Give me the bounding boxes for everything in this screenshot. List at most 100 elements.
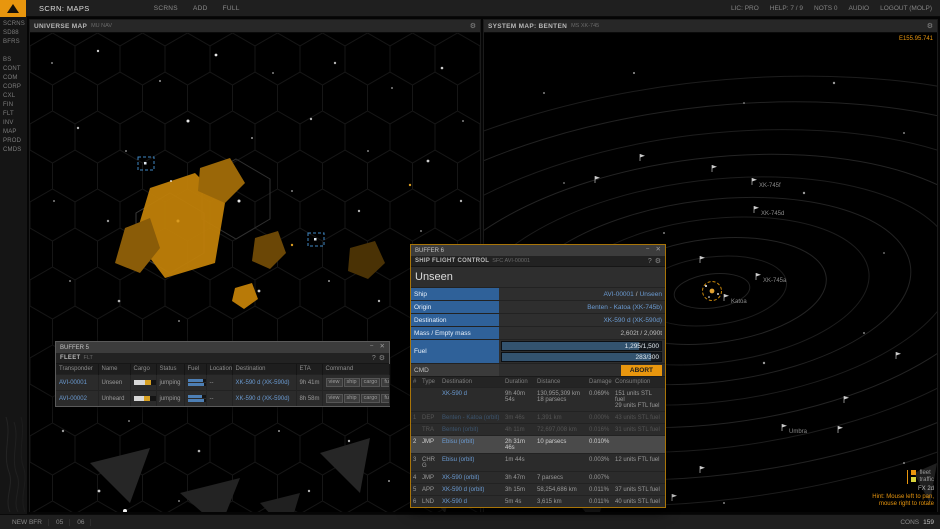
ship-name-cell: Unseen	[98, 375, 130, 391]
sidebar-item-bfrs[interactable]: BFRS	[0, 37, 27, 46]
segment-destination-link[interactable]: Benten - Katoa (orbit)	[442, 415, 499, 421]
sfc-panel-header: SHIP FLIGHT CONTROL SFC AVI-00001 ? ⚙	[411, 256, 665, 267]
location-cell: --	[206, 375, 232, 391]
segment-destination-link[interactable]: XK-590 d	[442, 499, 467, 505]
cons-label: CONS	[900, 519, 919, 526]
segment-destination-link[interactable]: Ebisu (orbit)	[442, 457, 474, 463]
buffer5-titlebar[interactable]: BUFFER 5 − ✕	[56, 342, 389, 353]
cargo-button[interactable]: cargo	[361, 378, 381, 387]
ship-button[interactable]: ship	[344, 378, 360, 387]
fleet-chip-icon	[911, 470, 916, 475]
sfc-panel-tag: SFC AVI-00001	[492, 258, 530, 264]
destination-link[interactable]: XK-590 d (XK-590d)	[236, 380, 290, 386]
segment-destination-link[interactable]: XK-590 d (orbit)	[442, 487, 484, 493]
sidebar-item-map[interactable]: MAP	[0, 127, 27, 136]
sidebar-item-inv[interactable]: INV	[0, 118, 27, 127]
gear-icon[interactable]: ⚙	[927, 23, 933, 30]
add-button[interactable]: ADD	[193, 5, 208, 12]
ship-name-link[interactable]: Unseen	[640, 291, 662, 298]
fuel-field-label: Fuel	[411, 340, 499, 363]
flight-segment-row-completed[interactable]: TRA Benten (orbit) 4h 11m 72,697,008 km …	[411, 424, 665, 436]
gear-icon[interactable]: ⚙	[379, 355, 385, 362]
segment-destination-link[interactable]: XK-590 (orbit)	[442, 475, 479, 481]
ship-name-heading: Unseen	[411, 267, 665, 287]
sidebar-item-corp[interactable]: CORP	[0, 82, 27, 91]
view-button[interactable]: view	[326, 378, 343, 387]
segment-destination-link[interactable]: Benten (orbit)	[442, 427, 478, 433]
eta-cell: 8h 58m	[296, 391, 322, 407]
flight-segment-row[interactable]: 4 JMP XK-590 (orbit) 3h 47m 7 parsecs 0.…	[411, 472, 665, 484]
sidebar-item-flt[interactable]: FLT	[0, 109, 27, 118]
fuel-button[interactable]: fuel	[381, 394, 389, 403]
app-logo[interactable]	[0, 0, 26, 17]
destination-link[interactable]: XK-590 d (XK-590d)	[236, 396, 290, 402]
buffer5-title: BUFFER 5	[60, 345, 89, 351]
mass-field-label: Mass / Empty mass	[411, 327, 499, 339]
notifications-menu[interactable]: NOTS 0	[814, 5, 837, 12]
universe-map-tag: MU NAV	[91, 23, 112, 29]
flight-segment-row[interactable]: 3 CHRG Ebisu (orbit) 1m 44s 0.003% 12 un…	[411, 454, 665, 472]
gear-icon[interactable]: ⚙	[655, 258, 661, 265]
buffer-tab-05[interactable]: 05	[50, 519, 70, 526]
minimize-icon[interactable]: −	[646, 247, 650, 254]
minimize-icon[interactable]: −	[370, 344, 374, 351]
sidebar-item-cmds[interactable]: CMDS	[0, 145, 27, 154]
system-map-header: SYSTEM MAP: BENTEN MS XK-745 ⚙	[484, 20, 937, 33]
origin-field-row: Origin Benten - Katoa (XK-745b)	[411, 300, 665, 313]
help-icon[interactable]: ?	[648, 258, 652, 265]
fleet-panel-tag: FLT	[84, 355, 93, 361]
flight-segment-row-current[interactable]: 2 JMP Ebisu (orbit) 2h 31m 46s 10 parsec…	[411, 436, 665, 454]
sidebar-item-prod[interactable]: PROD	[0, 136, 27, 145]
planet-label-xk745f: XK-745f	[759, 183, 781, 189]
audio-toggle[interactable]: AUDIO	[849, 5, 870, 12]
sidebar-item-fin[interactable]: FIN	[0, 100, 27, 109]
sidebar-item-scrns[interactable]: SCRNS	[0, 19, 27, 28]
sidebar-item-bs[interactable]: BS	[0, 55, 27, 64]
flight-plan-table: # Type Destination Duration Distance Dam…	[411, 376, 665, 507]
fuel-field-row: Fuel 1,295/1,500 283/300	[411, 339, 665, 363]
sidebar-item-com[interactable]: COM	[0, 73, 27, 82]
flight-summary-row[interactable]: XK-590 d 9h 40m 54s 130,955,309 km 18 pa…	[411, 388, 665, 412]
planet-label-umbra: Umbra	[789, 429, 808, 435]
ship-transponder-link[interactable]: AVI-00001	[604, 291, 634, 298]
screens-button[interactable]: SCRNS	[154, 5, 178, 12]
help-menu[interactable]: HELP: 7 / 9	[770, 5, 803, 12]
origin-link[interactable]: Benten - Katoa (XK-745b)	[587, 304, 662, 311]
system-map-title: SYSTEM MAP: BENTEN	[488, 23, 567, 30]
mass-value: 2,602t / 2,090t	[499, 327, 665, 339]
ship-name-cell: Unheard	[98, 391, 130, 407]
segment-destination-link[interactable]: Ebisu (orbit)	[442, 439, 474, 445]
help-icon[interactable]: ?	[372, 355, 376, 362]
fuel-bars	[188, 395, 203, 402]
flight-segment-row[interactable]: 5 APP XK-590 d (orbit) 3h 15m 58,254,686…	[411, 484, 665, 496]
abort-button[interactable]: ABORT	[621, 365, 662, 376]
transponder-link[interactable]: AVI-00002	[59, 396, 87, 402]
universe-map-header: UNIVERSE MAP MU NAV ⚙	[30, 20, 480, 33]
ship-button[interactable]: ship	[344, 394, 360, 403]
sfc-panel-title: SHIP FLIGHT CONTROL	[415, 258, 489, 264]
flight-segment-row-completed[interactable]: 1 DEP Benten - Katoa (orbit) 3m 46s 1,39…	[411, 412, 665, 424]
fuel-button[interactable]: fuel	[381, 378, 389, 387]
ftl-fuel-bar: 283/300	[501, 352, 662, 362]
sidebar-item-cont[interactable]: CONT	[0, 64, 27, 73]
sidebar-item-cxl[interactable]: CXL	[0, 91, 27, 100]
buffer6-titlebar[interactable]: BUFFER 6 − ✕	[411, 245, 665, 256]
segment-destination-link[interactable]: XK-590 d	[442, 391, 467, 397]
destination-link[interactable]: XK-590 d (XK-590d)	[603, 317, 662, 324]
fx-2d-button[interactable]: FX 2d	[872, 486, 934, 492]
logout-button[interactable]: LOGOUT (MOLP)	[880, 5, 932, 12]
close-icon[interactable]: ✕	[380, 344, 385, 351]
origin-field-label: Origin	[411, 301, 499, 313]
cargo-button[interactable]: cargo	[361, 394, 381, 403]
new-buffer-button[interactable]: NEW BFR	[6, 519, 49, 526]
close-icon[interactable]: ✕	[656, 247, 661, 254]
gear-icon[interactable]: ⚙	[470, 23, 476, 30]
transponder-link[interactable]: AVI-00001	[59, 380, 87, 386]
universe-map-title: UNIVERSE MAP	[34, 23, 87, 30]
flight-segment-row[interactable]: 6 LND XK-590 d 5m 4s 3,615 km 0.011% 40 …	[411, 496, 665, 508]
sidebar: SCRNS SD88 BFRS BS CONT COM CORP CXL FIN…	[0, 17, 27, 514]
full-button[interactable]: FULL	[223, 5, 240, 12]
buffer-tab-06[interactable]: 06	[71, 519, 91, 526]
sidebar-item-sd88[interactable]: SD88	[0, 28, 27, 37]
view-button[interactable]: view	[326, 394, 343, 403]
